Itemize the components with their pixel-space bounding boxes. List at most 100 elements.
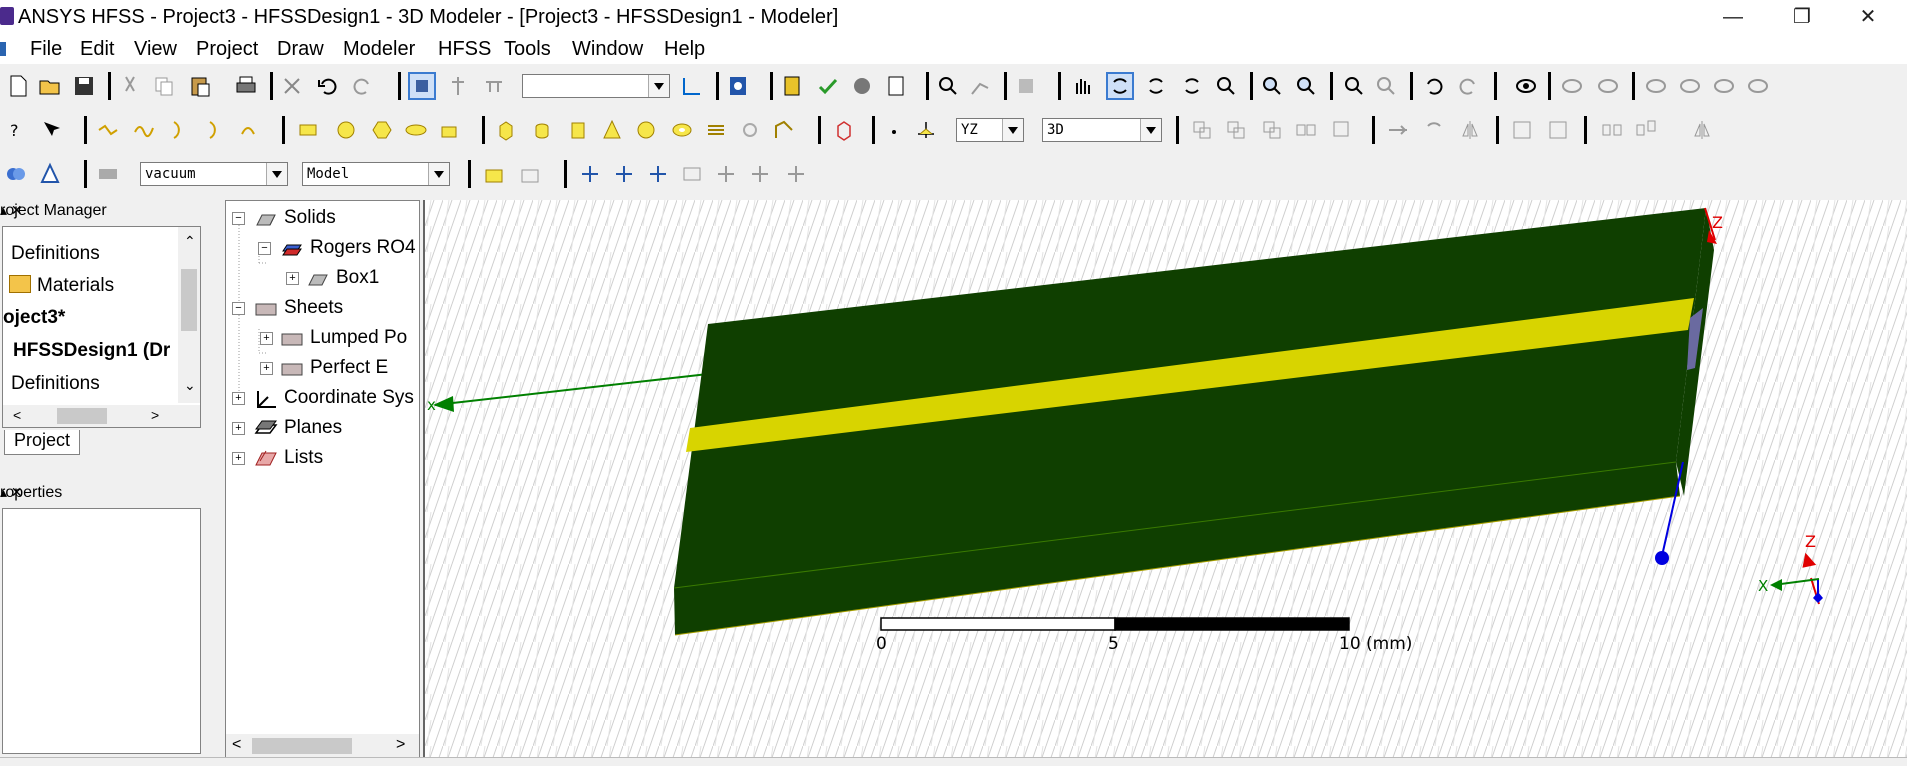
menu-draw[interactable]: Draw: [277, 38, 324, 61]
draw-region-icon[interactable]: [438, 118, 462, 142]
ungroup-icon[interactable]: [518, 162, 542, 186]
draw-torus-icon[interactable]: [670, 118, 694, 142]
thicken-icon[interactable]: [1546, 118, 1570, 142]
draw-cylinder-icon[interactable]: [530, 118, 554, 142]
measure-icon[interactable]: [936, 74, 960, 98]
visibility-icon[interactable]: [1514, 74, 1538, 98]
view-mode-select[interactable]: 3D: [1042, 118, 1162, 142]
list-item[interactable]: HFSSDesign1 (Dr: [13, 340, 170, 362]
menu-help[interactable]: Help: [664, 38, 705, 61]
scroll-up-icon[interactable]: ⌃: [184, 233, 196, 250]
modeler-viewport[interactable]: x Z Z X 0 5 10 (mm): [423, 200, 1907, 757]
zoom-out-icon[interactable]: [1294, 74, 1318, 98]
transparency-icon[interactable]: [1746, 74, 1770, 98]
collapse-icon[interactable]: −: [232, 302, 245, 315]
pan-icon[interactable]: [1070, 74, 1094, 98]
subtract-icon[interactable]: [1224, 118, 1248, 142]
list-item[interactable]: Materials: [9, 275, 114, 297]
draw-spline-icon[interactable]: [132, 118, 156, 142]
scroll-right-icon[interactable]: >: [151, 407, 159, 423]
draw-regular-polyhedron-icon[interactable]: [566, 118, 590, 142]
draw-center-arc-icon[interactable]: [204, 118, 228, 142]
draw-circle-icon[interactable]: [334, 118, 358, 142]
fit-all-icon[interactable]: [1342, 74, 1366, 98]
print-icon[interactable]: [234, 74, 258, 98]
split-icon[interactable]: [1294, 118, 1318, 142]
collapse-icon[interactable]: −: [258, 242, 271, 255]
duplicate-around-axis-icon[interactable]: [1634, 118, 1658, 142]
material-select[interactable]: vacuum: [140, 162, 288, 186]
draw-spiral-icon[interactable]: [738, 118, 762, 142]
render-icon[interactable]: [1712, 74, 1736, 98]
analyze-icon[interactable]: [816, 74, 840, 98]
vertical-scrollbar[interactable]: ⌃ ⌄: [178, 227, 200, 403]
results-icon[interactable]: [884, 74, 908, 98]
draw-bondwire-icon[interactable]: [772, 118, 796, 142]
select-face-icon[interactable]: [446, 74, 470, 98]
draw-sphere-icon[interactable]: [634, 118, 658, 142]
menu-edit[interactable]: Edit: [80, 38, 114, 61]
menu-file[interactable]: File: [30, 38, 62, 61]
scroll-left-icon[interactable]: <: [232, 736, 241, 754]
restore-button[interactable]: ❐: [1782, 4, 1822, 30]
draw-3d-component-icon[interactable]: [832, 118, 856, 142]
hide-all-icon[interactable]: [1596, 74, 1620, 98]
menu-tools[interactable]: Tools: [504, 38, 551, 61]
expand-icon[interactable]: +: [232, 452, 245, 465]
relative-cs-icon[interactable]: [578, 162, 602, 186]
show-all-icon[interactable]: [1560, 74, 1584, 98]
draw-plane-icon[interactable]: [914, 118, 938, 142]
options-icon[interactable]: [1014, 74, 1038, 98]
draw-cone-icon[interactable]: [600, 118, 624, 142]
unite-icon[interactable]: [1190, 118, 1214, 142]
pane-pin-close[interactable]: ▴ ✕: [0, 202, 218, 219]
tab-project[interactable]: Project: [4, 430, 80, 455]
close-button[interactable]: ✕: [1848, 4, 1888, 30]
set-working-cs-icon[interactable]: [748, 162, 772, 186]
model-select[interactable]: Model: [302, 162, 450, 186]
redo-view-icon[interactable]: [1456, 74, 1480, 98]
delete-cs-icon[interactable]: [784, 162, 808, 186]
expand-icon[interactable]: +: [260, 362, 273, 375]
scroll-thumb[interactable]: [181, 269, 197, 331]
list-item[interactable]: Definitions: [11, 373, 100, 395]
draw-helix-icon[interactable]: [704, 118, 728, 142]
duplicate-along-line-icon[interactable]: [1600, 118, 1624, 142]
new-icon[interactable]: [6, 74, 30, 98]
cut-icon[interactable]: [118, 74, 142, 98]
copy-icon[interactable]: [152, 74, 176, 98]
scroll-thumb[interactable]: [57, 408, 107, 424]
draw-equation-icon[interactable]: [238, 118, 262, 142]
move-icon[interactable]: [1386, 118, 1410, 142]
horizontal-scrollbar[interactable]: < >: [3, 405, 200, 427]
save-icon[interactable]: [72, 74, 96, 98]
select-object-icon[interactable]: [408, 72, 436, 100]
fields-icon[interactable]: [850, 74, 874, 98]
help-icon[interactable]: ?: [6, 118, 30, 142]
rotated-cs-icon[interactable]: [646, 162, 670, 186]
object-cs-icon[interactable]: [714, 162, 738, 186]
draw-point-icon[interactable]: [882, 118, 906, 142]
expand-icon[interactable]: +: [286, 272, 299, 285]
expand-icon[interactable]: +: [232, 422, 245, 435]
viewport-canvas[interactable]: x Z Z X 0 5 10 (mm): [425, 200, 1907, 757]
intersect-icon[interactable]: [1260, 118, 1284, 142]
scroll-left-icon[interactable]: <: [13, 407, 21, 423]
object-attribute-icon[interactable]: [96, 162, 120, 186]
create-group-icon[interactable]: [482, 162, 506, 186]
rotate-y-icon[interactable]: [1180, 74, 1204, 98]
menu-modeler[interactable]: Modeler: [343, 38, 415, 61]
minimize-button[interactable]: —: [1713, 4, 1753, 30]
paste-icon[interactable]: [188, 74, 212, 98]
menu-view[interactable]: View: [134, 38, 177, 61]
draw-line-icon[interactable]: [96, 118, 120, 142]
undo-view-icon[interactable]: [1422, 74, 1446, 98]
report-icon[interactable]: [780, 74, 804, 98]
menu-window[interactable]: Window: [572, 38, 643, 61]
imprint-icon[interactable]: [1330, 118, 1354, 142]
menu-project[interactable]: Project: [196, 38, 258, 61]
material-assign-icon[interactable]: [4, 162, 28, 186]
scroll-down-icon[interactable]: ⌄: [184, 377, 196, 394]
pane-pin-close[interactable]: ▴ ✕: [0, 484, 218, 501]
select-edge-icon[interactable]: [482, 74, 506, 98]
